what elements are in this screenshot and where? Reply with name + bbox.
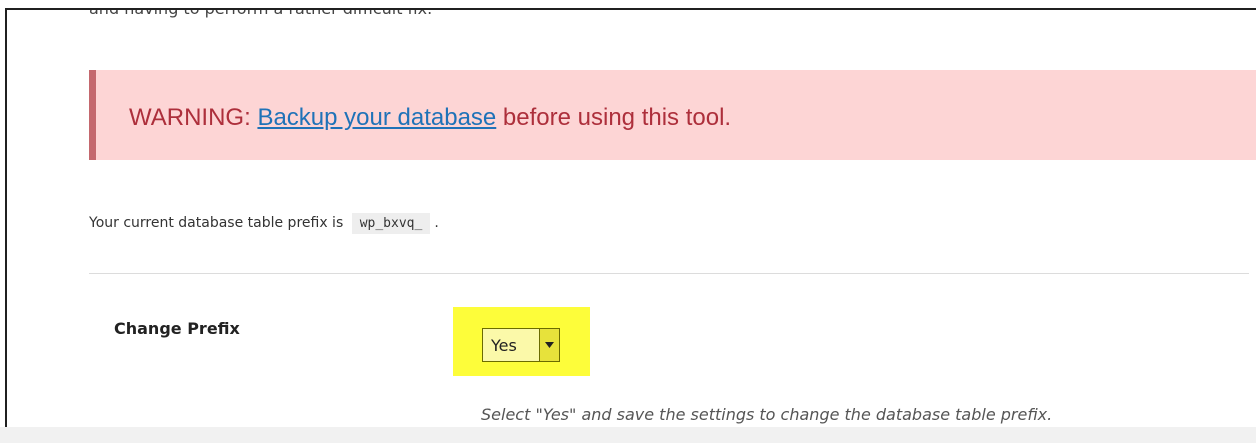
warning-prefix: WARNING: [129,104,258,131]
current-prefix-code: wp_bxvq_ [351,213,431,234]
change-prefix-description: Select "Yes" and save the settings to ch… [481,405,1053,424]
current-prefix-line: Your current database table prefix is wp… [89,213,439,234]
chevron-down-icon [545,342,554,348]
warning-suffix: before using this tool. [496,104,732,131]
section-divider [89,273,1249,274]
change-prefix-label: Change Prefix [114,319,240,338]
bottom-shade [0,427,1256,443]
dropdown-button[interactable] [539,329,559,361]
content-frame: and having to perform a rather difficult… [5,8,1256,443]
cutoff-paragraph: and having to perform a rather difficult… [89,0,433,18]
change-prefix-select[interactable]: Yes [482,328,560,362]
select-value: Yes [491,335,517,355]
current-prefix-label: Your current database table prefix is [89,215,344,231]
warning-notice: WARNING: Backup your database before usi… [89,70,1256,160]
current-prefix-period: . [434,215,439,231]
warning-text: WARNING: Backup your database before usi… [129,104,731,132]
backup-database-link[interactable]: Backup your database [257,104,496,131]
